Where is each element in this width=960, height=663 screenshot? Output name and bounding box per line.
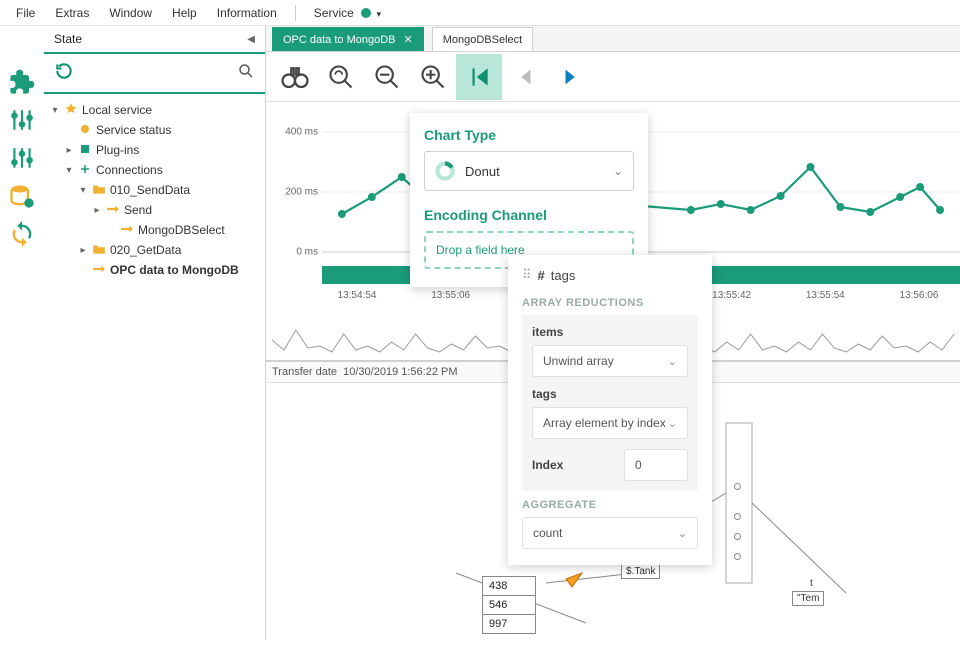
menu-window[interactable]: Window — [101, 3, 160, 23]
sidebar-title: State ◀ — [44, 26, 265, 54]
value-cell[interactable]: 997 — [482, 614, 536, 634]
expand-down-icon: ▾ — [50, 105, 60, 116]
tree-item-plugins[interactable]: ▸ Plug-ins — [50, 140, 259, 160]
service-icon — [64, 102, 78, 119]
y-tick: 200 ms — [285, 187, 318, 198]
field-label-tags: tags — [532, 387, 688, 401]
expand-down-icon: ▾ — [64, 165, 74, 176]
index-input[interactable]: 0 — [624, 449, 688, 481]
chevron-down-icon: ⌄ — [678, 527, 687, 540]
expand-down-icon: ▾ — [78, 185, 88, 196]
tree-item-getdata[interactable]: ▸ 020_GetData — [50, 240, 259, 260]
node-port[interactable] — [734, 553, 741, 560]
refresh-icon[interactable] — [54, 61, 74, 86]
folder-icon — [92, 243, 106, 258]
arrow-right-icon — [120, 223, 134, 237]
arrow-right-icon — [92, 263, 106, 277]
aggregate-select[interactable]: count ⌄ — [522, 517, 698, 549]
tab-opc-to-mongodb[interactable]: OPC data to MongoDB ✕ — [272, 27, 424, 51]
tree-item-local-service[interactable]: ▾ Local service — [50, 100, 259, 120]
play-forward-icon[interactable] — [548, 54, 594, 100]
encoding-channel-header: Encoding Channel — [424, 207, 634, 223]
tab-bar: OPC data to MongoDB ✕ MongoDBSelect — [266, 26, 960, 52]
tree-item-opc-mongo[interactable]: OPC data to MongoDB — [50, 260, 259, 280]
popover-header: Chart Type — [424, 127, 634, 143]
sidebar: State ◀ ▾ Local service Service status ▸ — [44, 26, 266, 640]
tree-item-send[interactable]: ▸ Send — [50, 200, 259, 220]
tree-item-connections[interactable]: ▾ Connections — [50, 160, 259, 180]
tags-select[interactable]: Array element by index ⌄ — [532, 407, 688, 439]
tab-mongodbselect[interactable]: MongoDBSelect — [432, 27, 534, 51]
y-tick: 400 ms — [285, 127, 318, 138]
tags-popover: ⠿ # tags ARRAY REDUCTIONS items Unwind a… — [508, 255, 712, 565]
zoom-out-icon[interactable] — [364, 54, 410, 100]
menu-information[interactable]: Information — [209, 3, 285, 23]
skip-to-start-icon[interactable] — [456, 54, 502, 100]
tree-item-mongodbselect[interactable]: MongoDBSelect — [50, 220, 259, 240]
collapse-panel-icon[interactable]: ◀ — [247, 34, 255, 45]
menu-divider — [295, 5, 296, 21]
tag-tem-prefix: t — [806, 577, 817, 590]
drag-handle-icon[interactable]: ⠿ — [522, 267, 532, 283]
database-gear-icon[interactable] — [4, 178, 40, 214]
tag-tem[interactable]: "Tem — [792, 591, 824, 606]
status-icon — [78, 123, 92, 138]
value-cell[interactable]: 546 — [482, 595, 536, 615]
connections-icon — [78, 163, 92, 178]
value-stack: 438 546 997 — [482, 577, 536, 634]
play-back-icon[interactable] — [502, 54, 548, 100]
menu-extras[interactable]: Extras — [47, 3, 97, 23]
chevron-down-icon: ⌄ — [613, 164, 623, 178]
close-icon[interactable]: ✕ — [404, 33, 413, 46]
zoom-in-icon[interactable] — [410, 54, 456, 100]
chevron-down-icon: ▾ — [376, 9, 381, 19]
sync-icon[interactable] — [4, 216, 40, 252]
tree-item-service-status[interactable]: Service status — [50, 120, 259, 140]
tag-tank[interactable]: $.Tank — [621, 564, 660, 579]
node-port[interactable] — [734, 533, 741, 540]
field-label-items: items — [532, 325, 688, 339]
menu-file[interactable]: File — [8, 3, 43, 23]
main-toolbar — [266, 52, 960, 102]
tree-item-senddata[interactable]: ▾ 010_SendData — [50, 180, 259, 200]
puzzle-icon[interactable] — [4, 64, 40, 100]
donut-icon — [435, 161, 455, 181]
search-icon[interactable] — [237, 62, 255, 85]
sliders-2-icon[interactable] — [4, 140, 40, 176]
node-port[interactable] — [734, 513, 741, 520]
hash-icon: # — [538, 268, 545, 283]
expand-right-icon: ▸ — [92, 205, 102, 216]
expand-right-icon: ▸ — [64, 145, 74, 156]
value-cell[interactable]: 438 — [482, 576, 536, 596]
node-port[interactable] — [734, 483, 741, 490]
field-label-index: Index — [532, 458, 563, 472]
menu-service[interactable]: Service ▾ — [306, 3, 389, 23]
section-aggregate: AGGREGATE — [522, 499, 698, 511]
y-tick: 0 ms — [296, 247, 318, 258]
plugin-icon — [78, 143, 92, 158]
sliders-icon[interactable] — [4, 102, 40, 138]
chevron-down-icon: ⌄ — [668, 417, 677, 430]
service-status-dot-icon — [361, 8, 371, 18]
arrow-right-icon — [106, 203, 120, 217]
zoom-reset-icon[interactable] — [318, 54, 364, 100]
tree-view: ▾ Local service Service status ▸ Plug-in… — [44, 94, 265, 286]
binoculars-icon[interactable] — [272, 54, 318, 100]
left-icon-strip — [0, 26, 44, 640]
items-select[interactable]: Unwind array ⌄ — [532, 345, 688, 377]
tags-popover-title: ⠿ # tags — [522, 267, 698, 291]
expand-right-icon: ▸ — [78, 245, 88, 256]
chart-type-select[interactable]: Donut ⌄ — [424, 151, 634, 191]
folder-icon — [92, 183, 106, 198]
menu-help[interactable]: Help — [164, 3, 205, 23]
section-array-reductions: ARRAY REDUCTIONS — [522, 297, 698, 309]
chevron-down-icon: ⌄ — [668, 355, 677, 368]
